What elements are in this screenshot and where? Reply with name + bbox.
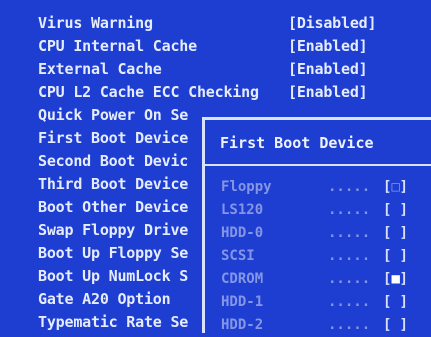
option-radio[interactable]: [ ]	[383, 222, 408, 245]
option-dots: .....	[328, 294, 371, 310]
option-radio[interactable]: [□]	[383, 176, 408, 199]
setting-value[interactable]: [Enabled]	[288, 35, 368, 58]
bracket-close: ]	[399, 317, 408, 333]
option-radio[interactable]: [ ]	[383, 199, 408, 222]
setting-label: Gate A20 Option	[38, 290, 171, 308]
setting-virus-warning[interactable]: Virus Warning [Disabled]	[38, 12, 431, 35]
bracket-close: ]	[399, 248, 408, 264]
option-name: Floppy	[221, 179, 272, 195]
boot-device-options: Floppy ..... [□] LS120 ..... [ ] HDD-0 .…	[205, 176, 431, 337]
setting-label: First Boot Device	[38, 129, 189, 147]
bios-screen: Virus Warning [Disabled] CPU Internal Ca…	[0, 0, 431, 333]
option-scsi[interactable]: SCSI ..... [ ]	[205, 245, 431, 268]
bracket-open: [	[383, 294, 392, 310]
bracket-close: ]	[399, 202, 408, 218]
option-radio[interactable]: [ ]	[383, 314, 408, 337]
bracket-close: ]	[399, 271, 408, 287]
setting-label: Swap Floppy Drive	[38, 221, 189, 239]
bracket-open: [	[383, 271, 392, 287]
option-name: HDD-2	[221, 317, 264, 333]
option-dots: .....	[328, 179, 371, 195]
option-name: HDD-1	[221, 294, 264, 310]
bracket-open: [	[383, 317, 392, 333]
setting-label: External Cache	[38, 60, 162, 78]
option-ls120[interactable]: LS120 ..... [ ]	[205, 199, 431, 222]
option-name: HDD-0	[221, 225, 264, 241]
option-name: LS120	[221, 202, 264, 218]
setting-label: CPU L2 Cache ECC Checking	[38, 83, 259, 101]
option-radio[interactable]: [ ]	[383, 291, 408, 314]
option-dots: .....	[328, 271, 371, 287]
bracket-open: [	[383, 202, 392, 218]
setting-label: Typematic Rate Se	[38, 313, 189, 331]
option-hdd-2[interactable]: HDD-2 ..... [ ]	[205, 314, 431, 337]
option-radio[interactable]: [■]	[383, 268, 408, 291]
bracket-close: ]	[399, 225, 408, 241]
option-floppy[interactable]: Floppy ..... [□]	[205, 176, 431, 199]
option-radio[interactable]: [ ]	[383, 245, 408, 268]
bracket-close: ]	[399, 294, 408, 310]
popup-title: First Boot Device	[205, 120, 431, 166]
setting-external-cache[interactable]: External Cache [Enabled]	[38, 58, 431, 81]
option-hdd-0[interactable]: HDD-0 ..... [ ]	[205, 222, 431, 245]
setting-label: Boot Up NumLock S	[38, 267, 189, 285]
bracket-close: ]	[399, 179, 408, 195]
option-dots: .....	[328, 248, 371, 264]
setting-label: Third Boot Device	[38, 175, 189, 193]
option-cdrom[interactable]: CDROM ..... [■]	[205, 268, 431, 291]
setting-label: Boot Up Floppy Se	[38, 244, 189, 262]
bracket-open: [	[383, 179, 392, 195]
option-dots: .....	[328, 225, 371, 241]
setting-label: Virus Warning	[38, 14, 153, 32]
option-dots: .....	[328, 317, 371, 333]
setting-cpu-l2-cache-ecc[interactable]: CPU L2 Cache ECC Checking [Enabled]	[38, 81, 431, 104]
boot-device-popup: First Boot Device Floppy ..... [□] LS120…	[202, 117, 431, 333]
setting-label: CPU Internal Cache	[38, 37, 197, 55]
setting-cpu-internal-cache[interactable]: CPU Internal Cache [Enabled]	[38, 35, 431, 58]
bracket-open: [	[383, 248, 392, 264]
option-dots: .....	[328, 202, 371, 218]
setting-label: Second Boot Devic	[38, 152, 189, 170]
setting-value[interactable]: [Enabled]	[288, 81, 368, 104]
option-name: SCSI	[221, 248, 255, 264]
setting-label: Boot Other Device	[38, 198, 189, 216]
bracket-open: [	[383, 225, 392, 241]
setting-value[interactable]: [Disabled]	[288, 12, 377, 35]
option-name: CDROM	[221, 271, 264, 287]
option-hdd-1[interactable]: HDD-1 ..... [ ]	[205, 291, 431, 314]
setting-label: Quick Power On Se	[38, 106, 189, 124]
setting-value[interactable]: [Enabled]	[288, 58, 368, 81]
